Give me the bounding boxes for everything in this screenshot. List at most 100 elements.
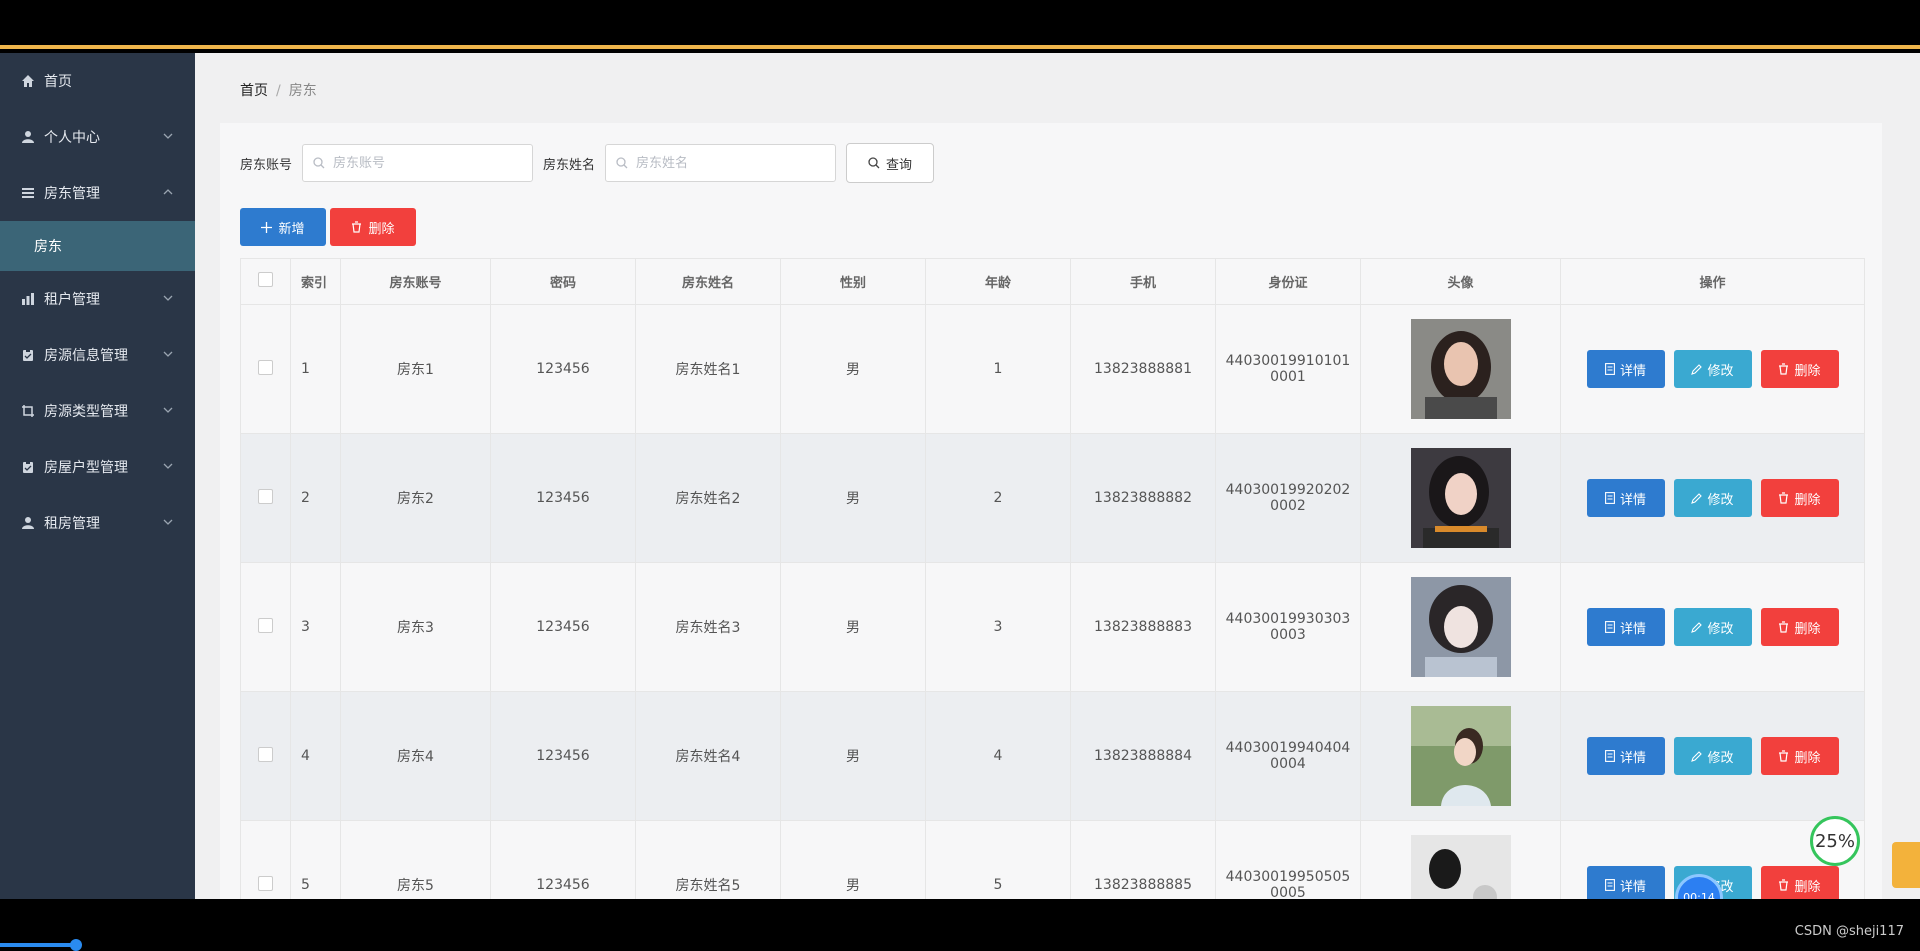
delete-button[interactable]: 删除 <box>1760 350 1839 388</box>
delete-button[interactable]: 删除 <box>1760 608 1839 646</box>
sidebar-item-landlord-management[interactable]: 房东管理 <box>0 165 195 221</box>
sidebar-item-home[interactable]: 首页 <box>0 53 195 109</box>
document-icon <box>1605 621 1615 633</box>
detail-button[interactable]: 详情 <box>1586 608 1665 646</box>
column-header: 性别 <box>780 258 926 305</box>
pencil-icon <box>1691 750 1703 762</box>
edit-button[interactable]: 修改 <box>1673 608 1752 646</box>
edit-button-label: 修改 <box>1707 621 1734 637</box>
age-cell: 5 <box>925 820 1071 899</box>
account-cell: 房东3 <box>340 562 491 692</box>
detail-button[interactable]: 详情 <box>1586 350 1665 388</box>
delete-button-label: 删除 <box>1794 492 1821 508</box>
avatar[interactable] <box>1410 448 1511 548</box>
account-search-input[interactable] <box>331 154 526 172</box>
user-icon <box>20 129 36 145</box>
bulk-delete-button[interactable]: 删除 <box>330 208 416 246</box>
plus-icon <box>261 221 273 233</box>
side-widget-tab[interactable] <box>1892 842 1920 888</box>
window-top-bar <box>0 0 1920 49</box>
avatar[interactable] <box>1410 319 1511 419</box>
operations-cell: 详情 修改 删除 <box>1560 691 1865 821</box>
index-cell: 3 <box>290 562 341 692</box>
id-card-line: 0004 <box>1270 756 1306 772</box>
playback-scrubber[interactable] <box>70 939 82 951</box>
percent-text: 25% <box>1814 830 1855 852</box>
column-header: 身份证 <box>1215 258 1361 305</box>
sidebar-item-personal-center[interactable]: 个人中心 <box>0 109 195 165</box>
breadcrumb-separator: / <box>276 83 281 99</box>
sidebar-item-floorplan-management[interactable]: 房屋户型管理 <box>0 439 195 495</box>
row-checkbox[interactable] <box>258 746 273 762</box>
name-search-input[interactable] <box>634 154 829 172</box>
detail-button[interactable]: 详情 <box>1586 866 1665 899</box>
home-icon <box>20 73 36 89</box>
trash-icon <box>1779 750 1789 762</box>
age-cell: 3 <box>925 562 1071 692</box>
delete-button[interactable]: 删除 <box>1760 737 1839 775</box>
phone-cell: 13823888881 <box>1070 304 1216 434</box>
delete-button[interactable]: 删除 <box>1760 866 1839 899</box>
chevron-down-icon <box>163 463 173 469</box>
detail-button[interactable]: 详情 <box>1586 737 1665 775</box>
select-all-checkbox[interactable] <box>258 272 273 287</box>
sidebar-item-label: 房屋户型管理 <box>44 460 128 476</box>
detail-button[interactable]: 详情 <box>1586 479 1665 517</box>
clipboard-icon <box>20 347 36 363</box>
sidebar-item-label: 房东管理 <box>44 186 100 202</box>
row-checkbox[interactable] <box>258 359 273 375</box>
progress-percent-widget[interactable]: 25% <box>1810 816 1860 866</box>
crop-icon <box>20 403 36 419</box>
avatar[interactable] <box>1410 577 1511 677</box>
sidebar-item-listing-type-management[interactable]: 房源类型管理 <box>0 383 195 439</box>
account-cell: 房东5 <box>340 820 491 899</box>
age-cell: 1 <box>925 304 1071 434</box>
avatar[interactable] <box>1410 835 1511 899</box>
row-checkbox[interactable] <box>258 488 273 504</box>
sidebar-subitem-landlord[interactable]: 房东 <box>0 221 195 271</box>
column-header: 房东姓名 <box>635 258 781 305</box>
breadcrumb-home[interactable]: 首页 <box>240 83 268 99</box>
sidebar-item-listing-management[interactable]: 房源信息管理 <box>0 327 195 383</box>
id-card-line: 44030019910101 <box>1225 353 1351 369</box>
edit-button[interactable]: 修改 <box>1673 737 1752 775</box>
query-button[interactable]: 查询 <box>846 143 935 183</box>
id-card-line: 0001 <box>1270 369 1306 385</box>
name-cell: 房东姓名1 <box>635 304 781 434</box>
row-checkbox[interactable] <box>258 875 273 891</box>
content-card: 房东账号 房东姓名 查询 新增 <box>220 123 1882 899</box>
sidebar: 首页 个人中心 房东管理 房东 租户管理 房源信息管理 房源类型管理 房屋户型管… <box>0 53 195 899</box>
edit-button[interactable]: 修改 <box>1673 479 1752 517</box>
delete-button-label: 删除 <box>1794 363 1821 379</box>
pencil-icon <box>1691 363 1703 375</box>
sidebar-item-label: 个人中心 <box>44 130 100 146</box>
avatar[interactable] <box>1410 706 1511 806</box>
trash-icon <box>1779 363 1789 375</box>
chevron-down-icon <box>163 519 173 525</box>
phone-cell: 13823888883 <box>1070 562 1216 692</box>
add-button-label: 新增 <box>278 221 305 237</box>
query-button-label: 查询 <box>886 157 913 173</box>
breadcrumb: 首页 / 房东 <box>240 80 317 100</box>
delete-button-label: 删除 <box>1794 750 1821 766</box>
sidebar-item-rental-management[interactable]: 租房管理 <box>0 495 195 551</box>
sidebar-item-tenant-management[interactable]: 租户管理 <box>0 271 195 327</box>
table-row: 3 房东3 123456 房东姓名3 男 3 13823888883 44030… <box>240 562 1865 692</box>
delete-button[interactable]: 删除 <box>1760 479 1839 517</box>
video-bottom-bar: CSDN @sheji117 <box>0 899 1920 951</box>
id-card-line: 0003 <box>1270 627 1306 643</box>
chart-icon <box>20 291 36 307</box>
playback-progress[interactable] <box>0 943 78 947</box>
id-card-line: 0005 <box>1270 885 1306 899</box>
edit-button[interactable]: 修改 <box>1673 350 1752 388</box>
id-card-cell: 44030019910101 0001 <box>1215 304 1361 434</box>
row-select-cell <box>240 433 291 563</box>
search-form: 房东账号 房东姓名 查询 <box>240 143 935 183</box>
trash-icon <box>1779 492 1789 504</box>
index-cell: 5 <box>290 820 341 899</box>
add-button[interactable]: 新增 <box>240 208 326 246</box>
name-label: 房东姓名 <box>543 157 596 173</box>
chevron-down-icon <box>163 407 173 413</box>
row-checkbox[interactable] <box>258 617 273 633</box>
gender-cell: 男 <box>780 304 926 434</box>
